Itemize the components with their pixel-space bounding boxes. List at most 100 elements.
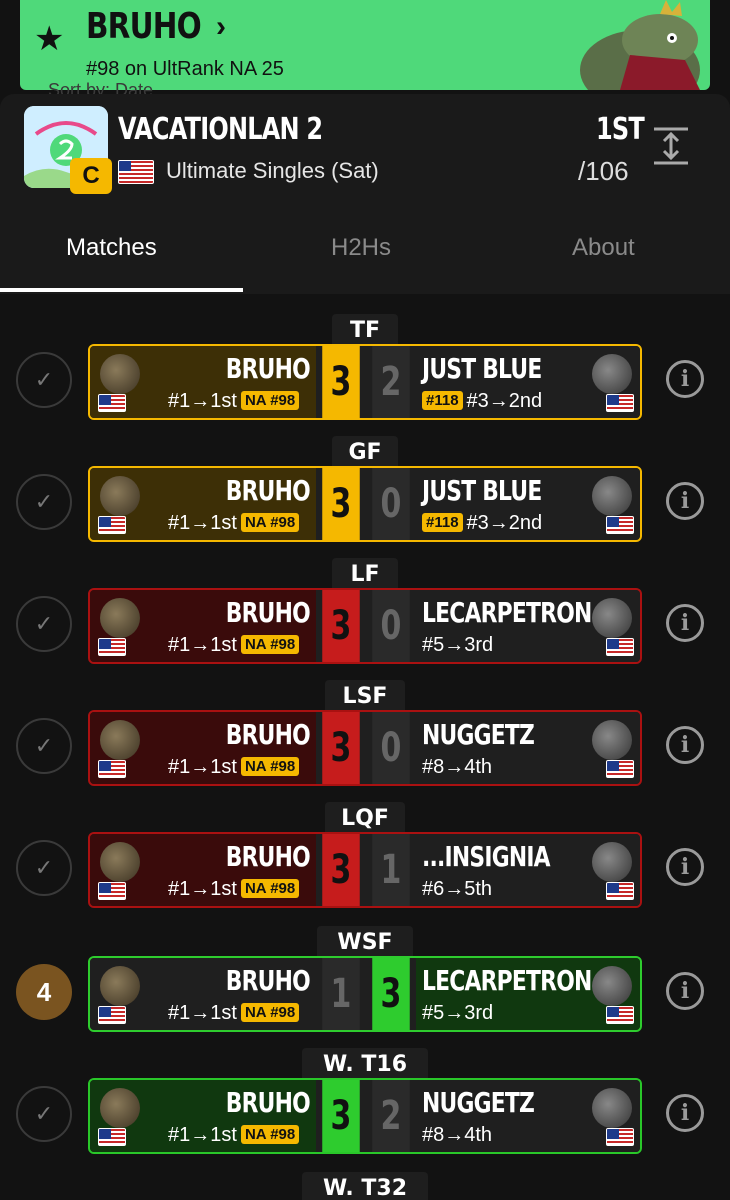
round-label: WSF bbox=[317, 926, 413, 960]
player1-panel[interactable]: BRUHO #1→1st NA #98 bbox=[90, 468, 316, 540]
p1-seed-text: #1→1st bbox=[168, 756, 237, 778]
star-icon[interactable]: ★ bbox=[34, 22, 64, 56]
player2-seed: #118 #3→2nd bbox=[422, 390, 542, 413]
player2-name: JUST BLUE bbox=[422, 474, 542, 507]
player2-score: 0 bbox=[372, 712, 410, 784]
character-icon bbox=[592, 476, 632, 516]
player1-panel[interactable]: BRUHO #1→1st NA #98 bbox=[90, 1080, 316, 1152]
player2-panel[interactable]: ...INSIGNIA #6→5th bbox=[416, 834, 640, 906]
p2-rank-badge: #118 bbox=[422, 391, 463, 410]
completed-check-icon[interactable]: ✓ bbox=[16, 596, 72, 652]
character-icon bbox=[592, 598, 632, 638]
player2-panel[interactable]: NUGGETZ #8→4th bbox=[416, 712, 640, 784]
player1-panel[interactable]: BRUHO #1→1st NA #98 bbox=[90, 834, 316, 906]
us-flag-icon bbox=[98, 760, 126, 778]
player-ranking: #98 on UltRank NA 25 bbox=[86, 58, 284, 80]
character-icon bbox=[592, 1088, 632, 1128]
character-icon bbox=[592, 966, 632, 1006]
completed-check-icon[interactable]: ✓ bbox=[16, 840, 72, 896]
info-icon[interactable]: i bbox=[666, 848, 704, 886]
p2-seed-text: #3→2nd bbox=[466, 390, 543, 412]
us-flag-icon bbox=[606, 1128, 634, 1146]
player1-name: BRUHO bbox=[225, 474, 311, 507]
player1-score: 3 bbox=[322, 468, 360, 540]
player2-name: LECARPETRON bbox=[422, 964, 592, 997]
character-icon bbox=[592, 720, 632, 760]
completed-check-icon[interactable]: ✓ bbox=[16, 1086, 72, 1142]
p1-seed-text: #1→1st bbox=[168, 878, 237, 900]
player1-seed: #1→1st NA #98 bbox=[168, 878, 300, 901]
player2-panel[interactable]: LECARPETRON #5→3rd bbox=[416, 590, 640, 662]
info-icon[interactable]: i bbox=[666, 972, 704, 1010]
p1-rank-badge: NA #98 bbox=[240, 513, 300, 532]
chevron-right-icon[interactable]: › bbox=[216, 10, 226, 44]
completed-check-icon[interactable]: ✓ bbox=[16, 352, 72, 408]
match-set: LQF ✓ BRUHO #1→1st NA #98 3 1 ...INSIGNIA… bbox=[0, 802, 730, 912]
expand-icon[interactable] bbox=[652, 126, 690, 166]
player-banner[interactable]: ★ BRUHO › #98 on UltRank NA 25 bbox=[20, 0, 710, 90]
player1-panel[interactable]: BRUHO #1→1st NA #98 bbox=[90, 958, 316, 1030]
info-icon[interactable]: i bbox=[666, 360, 704, 398]
player2-score: 0 bbox=[372, 468, 410, 540]
player1-seed: #1→1st NA #98 bbox=[168, 756, 300, 779]
player1-panel[interactable]: BRUHO #1→1st NA #98 bbox=[90, 712, 316, 784]
player1-panel[interactable]: BRUHO #1→1st NA #98 bbox=[90, 346, 316, 418]
p2-rank-badge: #118 bbox=[422, 513, 463, 532]
player2-seed: #118 #3→2nd bbox=[422, 512, 542, 535]
us-flag-icon bbox=[98, 882, 126, 900]
character-icon bbox=[100, 598, 140, 638]
p1-seed-text: #1→1st bbox=[168, 634, 237, 656]
player1-panel[interactable]: BRUHO #1→1st NA #98 bbox=[90, 590, 316, 662]
character-icon bbox=[100, 1088, 140, 1128]
us-flag-icon bbox=[606, 760, 634, 778]
event-header: C VACATIONLAN 2 Ultimate Singles (Sat) 1… bbox=[0, 94, 730, 204]
match-card[interactable]: BRUHO #1→1st NA #98 3 0 JUST BLUE #118 #3→… bbox=[88, 466, 642, 542]
player1-score: 3 bbox=[322, 834, 360, 906]
tab-matches[interactable]: Matches bbox=[66, 234, 157, 262]
info-icon[interactable]: i bbox=[666, 1094, 704, 1132]
event-placement: 1ST bbox=[596, 112, 645, 147]
player2-panel[interactable]: JUST BLUE #118 #3→2nd bbox=[416, 346, 640, 418]
character-portrait-icon bbox=[580, 0, 700, 90]
player2-score: 0 bbox=[372, 590, 410, 662]
p1-seed-text: #1→1st bbox=[168, 512, 237, 534]
us-flag-icon bbox=[98, 638, 126, 656]
completed-check-icon[interactable]: ✓ bbox=[16, 474, 72, 530]
player1-name: BRUHO bbox=[225, 964, 311, 997]
match-card[interactable]: BRUHO #1→1st NA #98 3 1 ...INSIGNIA #6→5t… bbox=[88, 832, 642, 908]
match-card[interactable]: BRUHO #1→1st NA #98 1 3 LECARPETRON #5→3r… bbox=[88, 956, 642, 1032]
event-title[interactable]: VACATIONLAN 2 bbox=[118, 112, 323, 147]
info-icon[interactable]: i bbox=[666, 726, 704, 764]
completed-check-icon[interactable]: ✓ bbox=[16, 718, 72, 774]
match-card[interactable]: BRUHO #1→1st NA #98 3 0 NUGGETZ #8→4th bbox=[88, 710, 642, 786]
player1-name: BRUHO bbox=[225, 1086, 311, 1119]
player2-score: 2 bbox=[372, 346, 410, 418]
player1-name: BRUHO bbox=[225, 840, 311, 873]
info-icon[interactable]: i bbox=[666, 604, 704, 642]
player1-score: 3 bbox=[322, 346, 360, 418]
round-label: W. T16 bbox=[302, 1048, 428, 1082]
character-icon bbox=[100, 476, 140, 516]
round-label: LSF bbox=[325, 680, 405, 714]
player2-panel[interactable]: NUGGETZ #8→4th bbox=[416, 1080, 640, 1152]
tab-h2hs[interactable]: H2Hs bbox=[331, 234, 391, 262]
p1-rank-badge: NA #98 bbox=[240, 879, 300, 898]
info-icon[interactable]: i bbox=[666, 482, 704, 520]
player2-panel[interactable]: JUST BLUE #118 #3→2nd bbox=[416, 468, 640, 540]
player2-seed: #8→4th bbox=[422, 756, 492, 779]
match-card[interactable]: BRUHO #1→1st NA #98 3 0 LECARPETRON #5→3r… bbox=[88, 588, 642, 664]
match-card[interactable]: BRUHO #1→1st NA #98 3 2 NUGGETZ #8→4th bbox=[88, 1078, 642, 1154]
p1-seed-text: #1→1st bbox=[168, 1124, 237, 1146]
p1-rank-badge: NA #98 bbox=[240, 757, 300, 776]
p1-rank-badge: NA #98 bbox=[240, 635, 300, 654]
player1-name: BRUHO bbox=[225, 718, 311, 751]
match-card[interactable]: BRUHO #1→1st NA #98 3 2 JUST BLUE #118 #3→… bbox=[88, 344, 642, 420]
us-flag-icon bbox=[606, 1006, 634, 1024]
tab-about[interactable]: About bbox=[572, 234, 635, 262]
player1-name: BRUHO bbox=[225, 596, 311, 629]
us-flag-icon bbox=[118, 160, 154, 184]
player2-name: JUST BLUE bbox=[422, 352, 542, 385]
p2-seed-text: #8→4th bbox=[422, 756, 493, 778]
round-label: TF bbox=[332, 314, 398, 348]
player2-panel[interactable]: LECARPETRON #5→3rd bbox=[416, 958, 640, 1030]
